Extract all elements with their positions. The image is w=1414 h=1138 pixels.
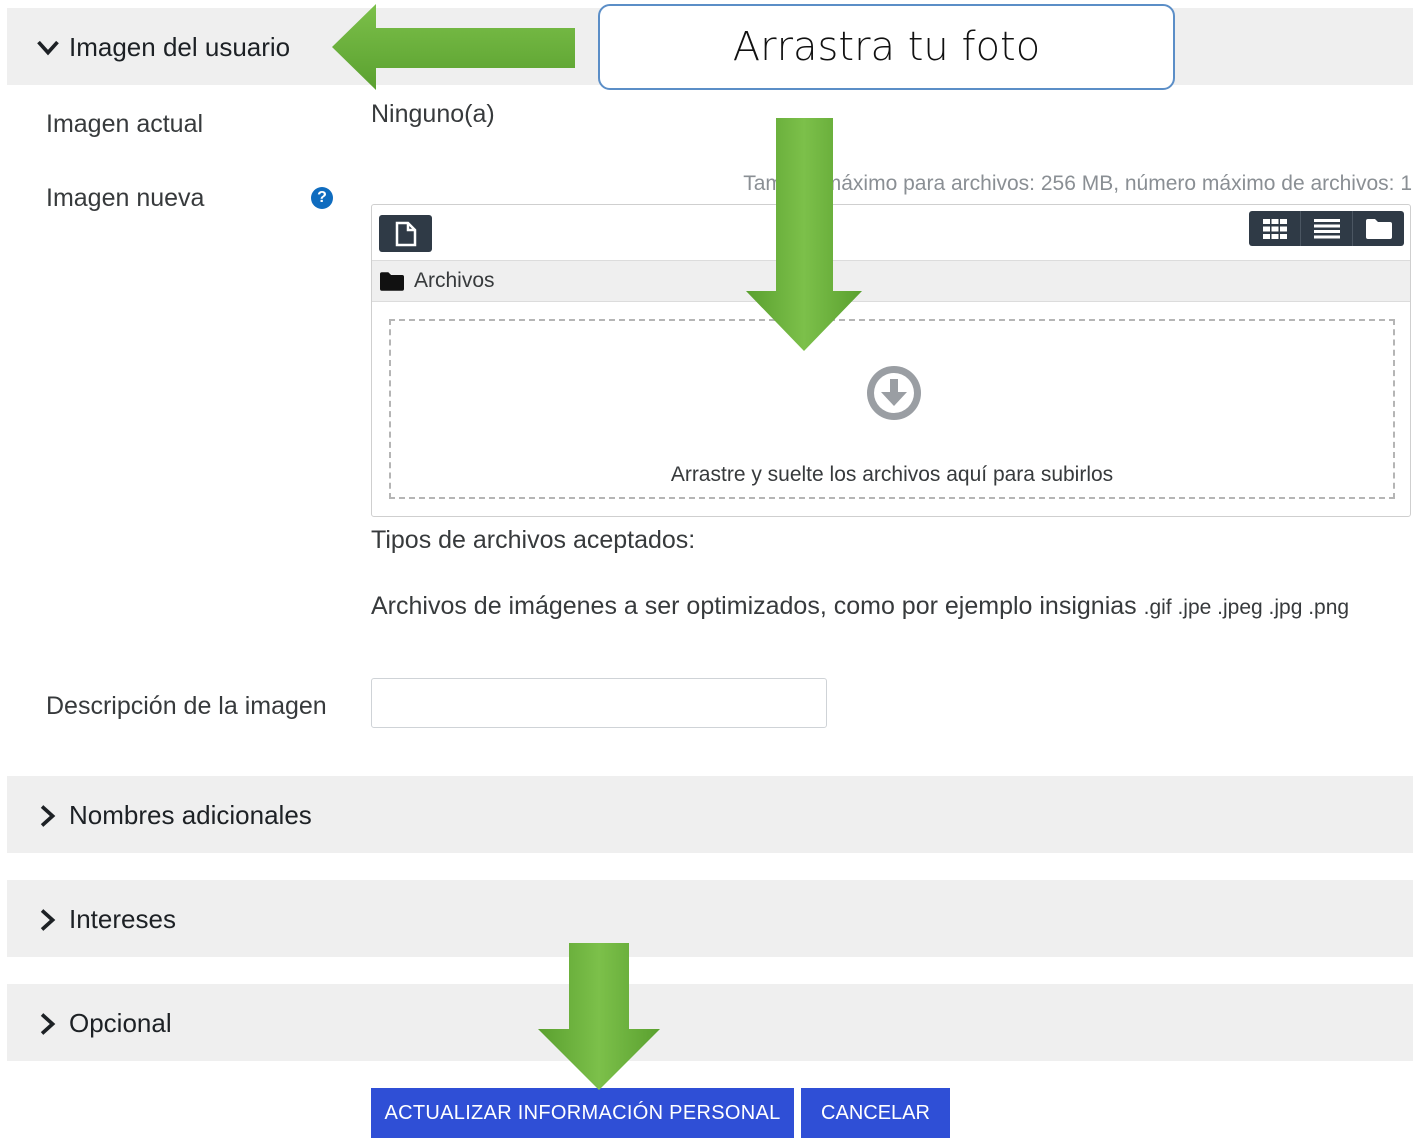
image-description-label: Descripción de la imagen — [46, 692, 327, 720]
section-optional-header[interactable]: Opcional — [7, 984, 1413, 1061]
callout-text: Arrastra tu foto — [732, 24, 1041, 70]
accepted-types-description: Archivos de imágenes a ser optimizados, … — [371, 592, 1349, 621]
view-list-button[interactable] — [1300, 211, 1352, 246]
file-picker: Archivos Arrastre y suelte los archivos … — [371, 204, 1411, 517]
new-image-label: Imagen nueva — [46, 184, 205, 212]
section-title: Opcional — [69, 1008, 172, 1038]
chevron-right-icon — [40, 1012, 56, 1035]
arrow-left-icon — [332, 4, 575, 90]
section-title: Imagen del usuario — [69, 32, 291, 62]
section-interests-header[interactable]: Intereses — [7, 880, 1413, 957]
cancel-button[interactable]: CANCELAR — [801, 1088, 950, 1138]
current-image-value: Ninguno(a) — [371, 100, 495, 128]
folder-icon — [1365, 218, 1392, 239]
chevron-down-icon — [37, 40, 59, 55]
arrow-down-icon — [746, 118, 862, 351]
chevron-right-icon — [40, 804, 56, 827]
grid-icon — [1262, 218, 1287, 239]
file-picker-path[interactable]: Archivos — [372, 260, 1410, 302]
accepted-types-heading: Tipos de archivos aceptados: — [371, 526, 696, 554]
drop-zone-text: Arrastre y suelte los archivos aquí para… — [670, 463, 1114, 486]
folder-icon — [380, 271, 404, 291]
list-icon — [1313, 218, 1340, 238]
question-circle-icon[interactable]: ? — [311, 187, 333, 209]
accepted-extensions: .gif .jpe .jpeg .jpg .png — [1143, 596, 1350, 619]
download-circle-icon — [867, 366, 921, 420]
chevron-right-icon — [40, 908, 56, 931]
section-additional-names-header[interactable]: Nombres adicionales — [7, 776, 1413, 853]
view-icons-button[interactable] — [1249, 211, 1300, 246]
accepted-types-text: Archivos de imágenes a ser optimizados, … — [371, 592, 1137, 620]
view-mode-buttons — [1249, 211, 1404, 246]
file-picker-toolbar — [372, 205, 1410, 260]
update-profile-button[interactable]: ACTUALIZAR INFORMACIÓN PERSONAL — [371, 1088, 794, 1138]
callout-box: Arrastra tu foto — [598, 4, 1175, 90]
drop-zone[interactable]: Arrastre y suelte los archivos aquí para… — [389, 319, 1395, 499]
section-title: Nombres adicionales — [69, 800, 312, 830]
add-file-button[interactable] — [379, 215, 432, 252]
current-image-label: Imagen actual — [46, 110, 204, 138]
path-label: Archivos — [414, 269, 495, 292]
file-icon — [395, 221, 416, 246]
view-tree-button[interactable] — [1352, 211, 1404, 246]
arrow-down-icon — [538, 943, 660, 1090]
section-title: Intereses — [69, 904, 176, 934]
image-description-input[interactable] — [371, 678, 827, 728]
